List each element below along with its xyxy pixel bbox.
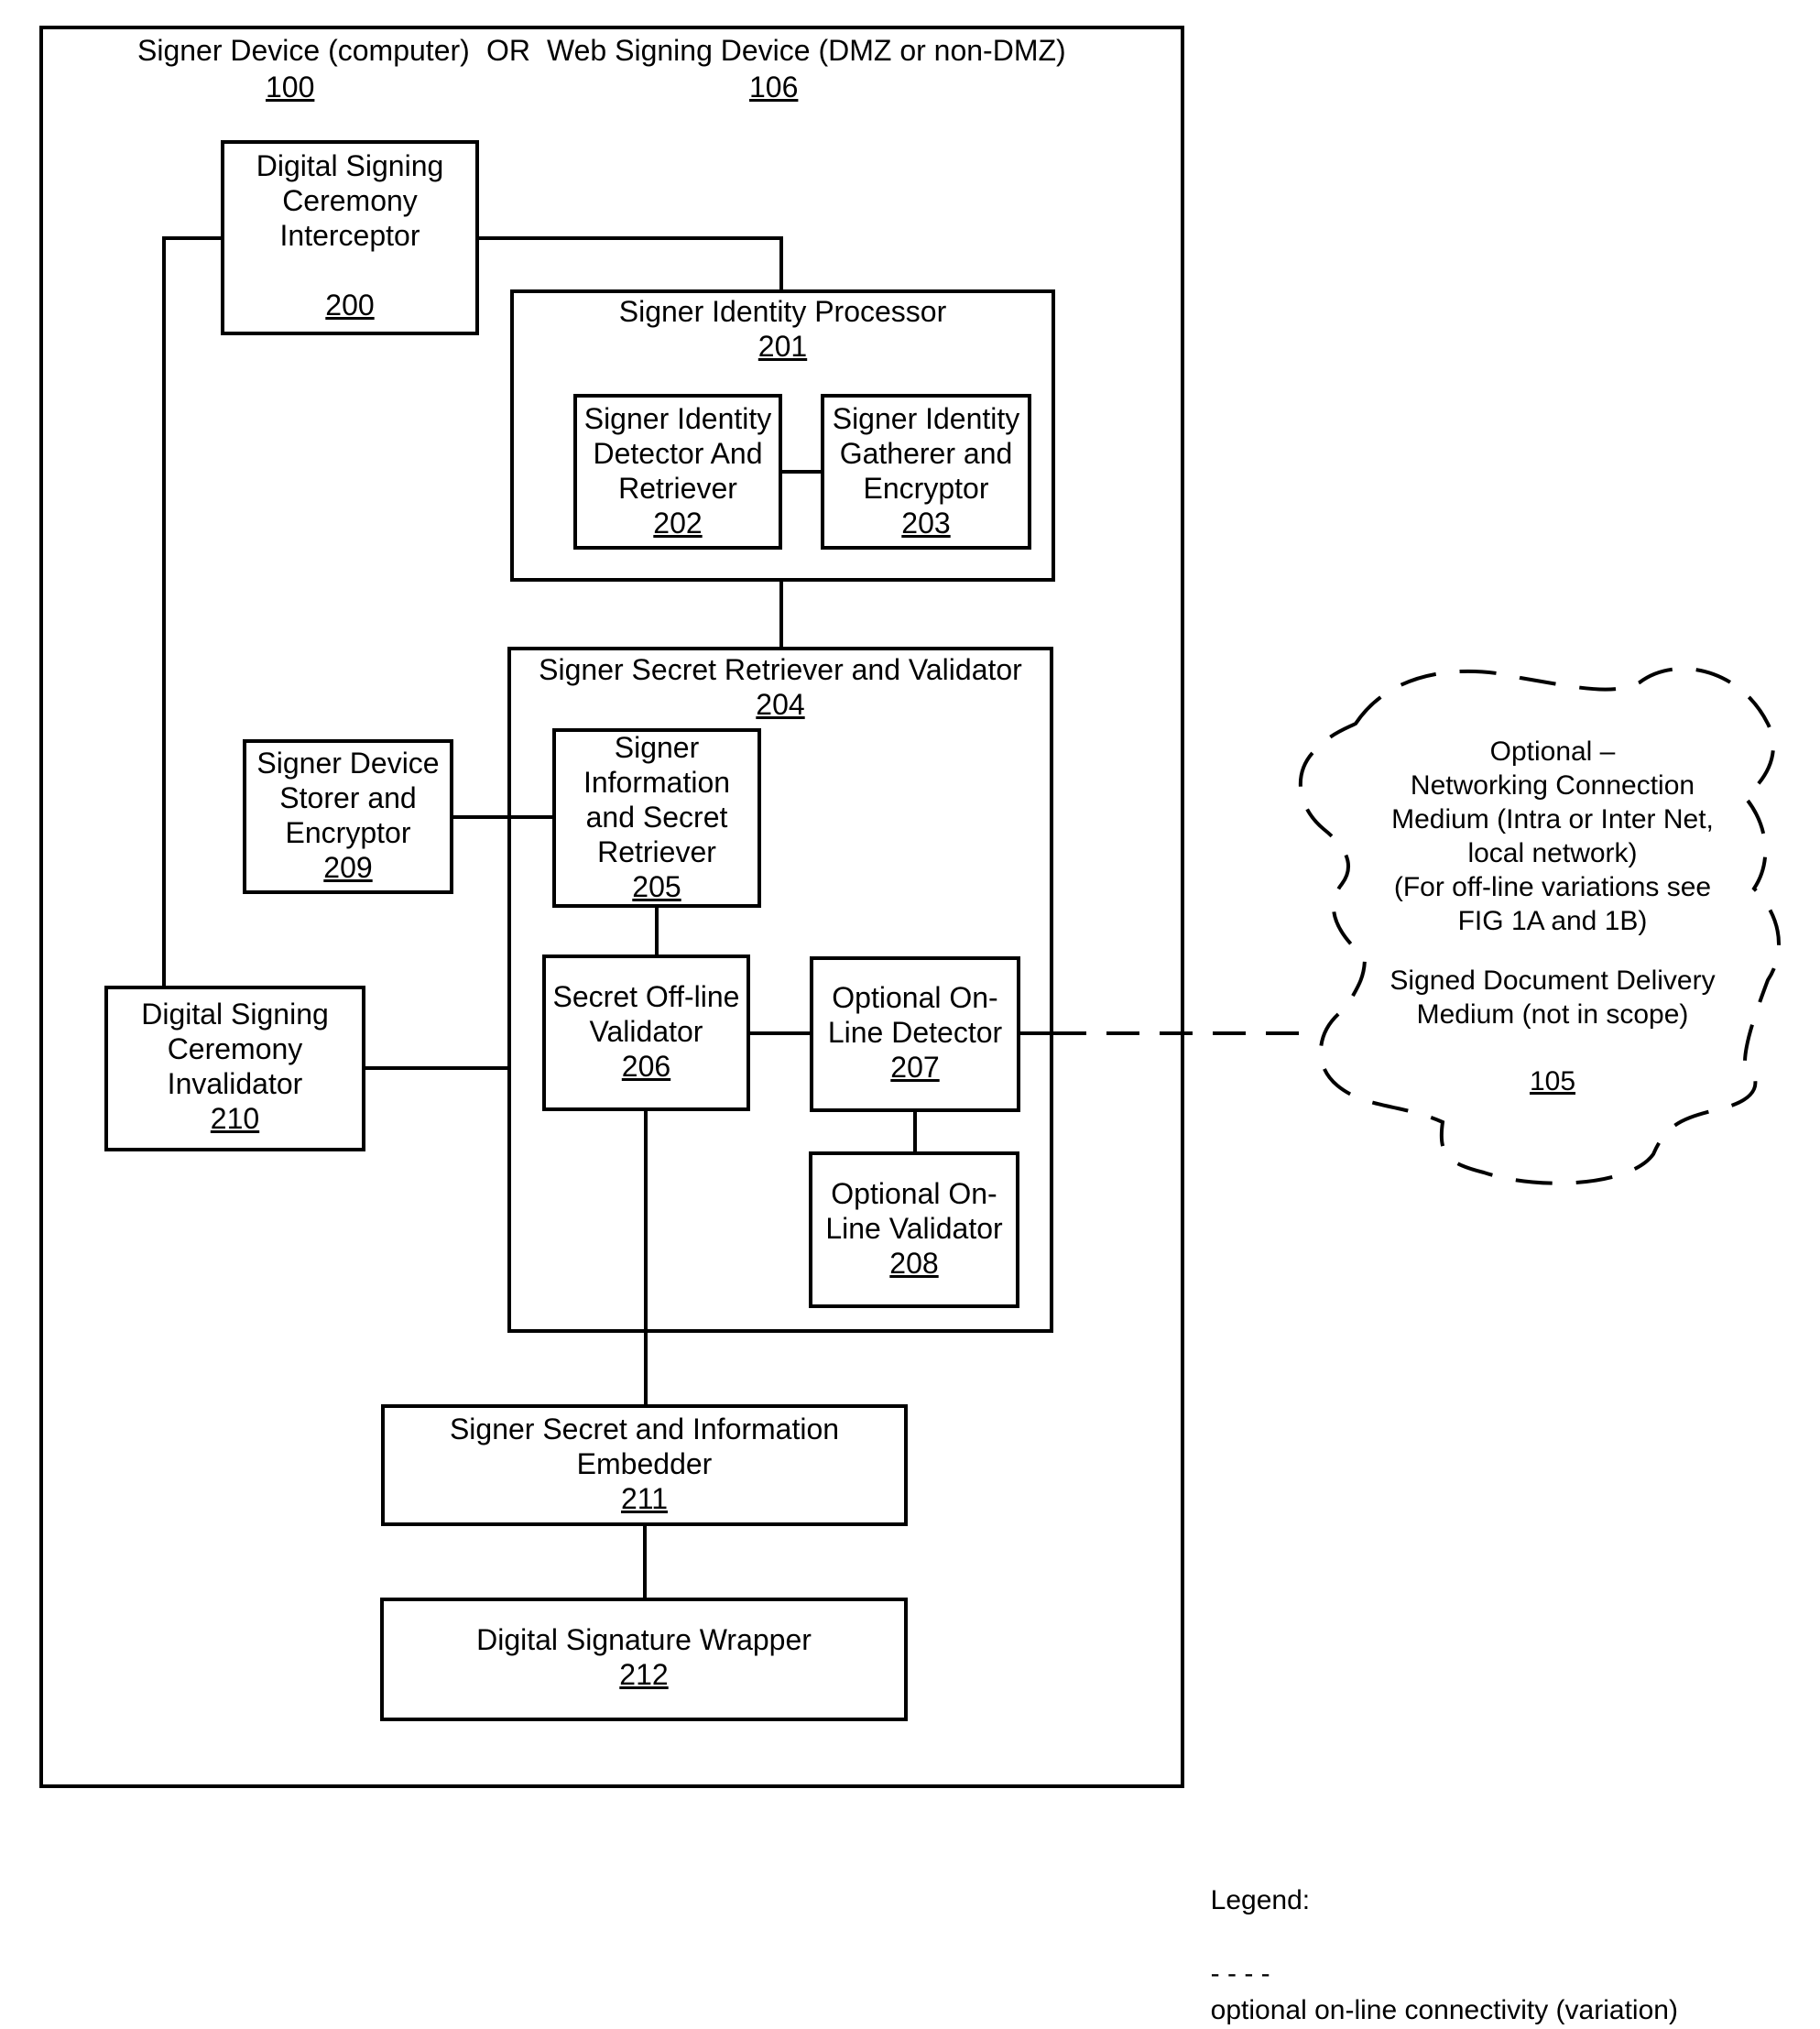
block-209-ref: 209	[323, 851, 373, 884]
block-207-label: Optional On- Line Detector	[827, 981, 1003, 1049]
block-202-text: Signer Identity Detector And Retriever 2…	[573, 401, 782, 540]
block-210-label: Digital Signing Ceremony Invalidator	[141, 998, 329, 1100]
block-201-label: Signer Identity Processor	[618, 295, 947, 328]
block-211-text: Signer Secret and Information Embedder 2…	[381, 1412, 908, 1516]
block-204-ref: 204	[756, 688, 805, 721]
delivery-medium-description: Signed Document Delivery Medium (not in …	[1390, 965, 1716, 1030]
block-208-ref: 208	[889, 1247, 939, 1280]
block-206-ref: 206	[621, 1050, 671, 1083]
line-200-201	[479, 236, 783, 289]
block-206-text: Secret Off-line Validator 206	[542, 979, 750, 1084]
block-203-label: Signer Identity Gatherer and Encryptor	[832, 402, 1020, 505]
block-211-ref: 211	[620, 1482, 668, 1515]
block-212-label: Digital Signature Wrapper	[476, 1623, 812, 1656]
block-200-ref: 200	[325, 289, 375, 322]
block-211-label: Signer Secret and Information Embedder	[449, 1413, 840, 1480]
block-201-text: Signer Identity Processor 201	[510, 294, 1055, 364]
block-200-label: Digital Signing Ceremony Interceptor	[256, 149, 444, 252]
web-signing-device-title: Web Signing Device (DMZ or non-DMZ)	[547, 34, 1066, 67]
block-212-ref: 212	[619, 1658, 669, 1691]
block-208-label: Optional On- Line Validator	[825, 1177, 1003, 1245]
legend: Legend: - - - - optional on-line connect…	[1195, 1846, 1678, 2029]
block-202-ref: 202	[653, 507, 703, 540]
block-205-ref: 205	[632, 870, 681, 903]
or-label: OR	[486, 34, 530, 67]
block-206-label: Secret Off-line Validator	[552, 980, 740, 1048]
signer-device-ref: 100	[266, 71, 315, 104]
network-cloud-ref: 105	[1529, 1066, 1576, 1096]
block-207-ref: 207	[890, 1051, 940, 1084]
block-200-text: Digital Signing Ceremony Interceptor 200	[221, 148, 479, 322]
block-208-text: Optional On- Line Validator 208	[809, 1176, 1019, 1281]
network-cloud-text: Optional – Networking Connection Medium …	[1356, 735, 1749, 1098]
block-204-text: Signer Secret Retriever and Validator 20…	[507, 652, 1053, 722]
block-205-label: Signer Information and Secret Retriever	[583, 731, 731, 868]
signer-device-title: Signer Device (computer)	[137, 34, 470, 67]
block-202-label: Signer Identity Detector And Retriever	[583, 402, 772, 505]
block-209-label: Signer Device Storer and Encryptor	[256, 747, 440, 849]
block-209-text: Signer Device Storer and Encryptor 209	[243, 746, 453, 885]
block-205-text: Signer Information and Secret Retriever …	[552, 730, 761, 904]
legend-title: Legend:	[1210, 1885, 1311, 1915]
legend-entry: optional on-line connectivity (variation…	[1210, 1995, 1678, 2025]
block-212-text: Digital Signature Wrapper 212	[380, 1622, 908, 1692]
network-cloud-description: Optional – Networking Connection Medium …	[1391, 736, 1714, 936]
block-203-text: Signer Identity Gatherer and Encryptor 2…	[821, 401, 1031, 540]
legend-dash-sample: - - - -	[1210, 1958, 1270, 1989]
block-201-ref: 201	[757, 330, 808, 363]
web-signing-device-ref: 106	[749, 71, 799, 104]
block-210-ref: 210	[210, 1102, 260, 1135]
block-204-label: Signer Secret Retriever and Validator	[539, 653, 1022, 686]
block-203-ref: 203	[901, 507, 951, 540]
line-200-210	[162, 236, 221, 986]
block-210-text: Digital Signing Ceremony Invalidator 210	[104, 997, 365, 1136]
block-207-text: Optional On- Line Detector 207	[810, 980, 1020, 1085]
